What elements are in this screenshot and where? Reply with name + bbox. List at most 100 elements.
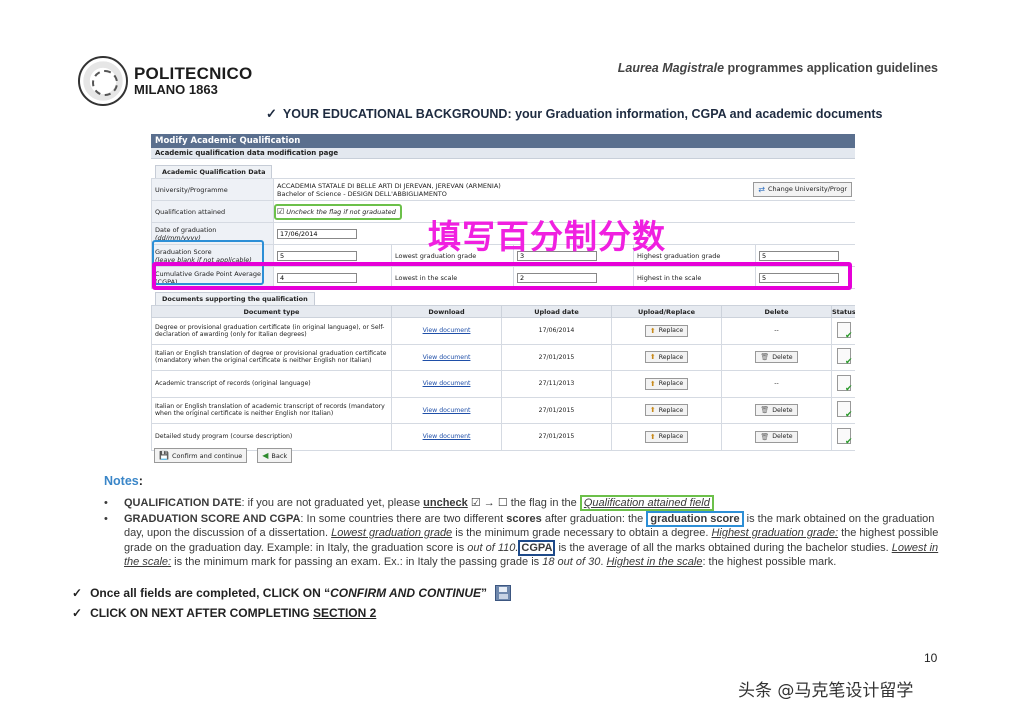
- lowest-scale-input[interactable]: [517, 272, 597, 283]
- document-type: Italian or English translation of degree…: [151, 343, 392, 371]
- table-row: Italian or English translation of degree…: [151, 343, 855, 371]
- upload-icon: ⬆: [649, 432, 656, 441]
- replace-label: Replace: [658, 406, 684, 414]
- notes-title-text: Notes: [104, 474, 139, 488]
- table-row: Italian or English translation of academ…: [151, 396, 855, 424]
- step-next: ✓ CLICK ON NEXT AFTER COMPLETING SECTION…: [72, 606, 376, 620]
- date-format: (dd/mm/yyyy): [155, 233, 201, 242]
- delete-cell: 🗑 Delete: [721, 423, 832, 451]
- note1-bold: QUALIFICATION DATE: [124, 497, 242, 509]
- cgpa-input[interactable]: [277, 272, 357, 283]
- replace-button[interactable]: ⬆ Replace: [644, 351, 689, 364]
- section-heading: ✓ YOUR EDUCATIONAL BACKGROUND: your Grad…: [266, 106, 883, 122]
- document-type: Detailed study program (course descripti…: [151, 423, 392, 451]
- notes-title: Notes:: [104, 474, 143, 488]
- qualification-data-tab[interactable]: Academic Qualification Data: [155, 165, 273, 178]
- delete-button[interactable]: 🗑 Delete: [755, 430, 798, 443]
- page-number: 10: [924, 651, 938, 665]
- highest-grad-cell: [754, 244, 855, 267]
- document-ok-icon: [836, 348, 853, 367]
- back-button[interactable]: ◀ Back: [257, 448, 293, 463]
- graduation-score-input[interactable]: [277, 250, 357, 261]
- delete-button[interactable]: 🗑 Delete: [755, 404, 798, 417]
- col-status: Status: [831, 305, 855, 318]
- download-cell: View document: [391, 370, 502, 398]
- note2-lowest: Lowest graduation grade: [331, 527, 453, 539]
- score-label: Graduation Score: [155, 247, 212, 256]
- step1-a: Once all fields are completed, CLICK ON …: [90, 586, 331, 600]
- guideline-italic: Laurea Magistrale: [617, 61, 725, 75]
- download-cell: View document: [391, 423, 502, 451]
- check-icon: ✓: [72, 586, 83, 600]
- replace-cell: ⬆ Replace: [611, 317, 722, 345]
- delete-label: Delete: [772, 433, 793, 441]
- change-university-button[interactable]: ⇄ Change University/Progr: [753, 181, 853, 197]
- list-item: • QUALIFICATION DATE: if you are not gra…: [104, 495, 944, 511]
- documents-tab[interactable]: Documents supporting the qualification: [155, 292, 315, 305]
- delete-cell: 🗑 Delete: [721, 343, 832, 371]
- section-heading-text: YOUR EDUCATIONAL BACKGROUND: your Gradua…: [282, 107, 883, 121]
- trash-icon: 🗑: [760, 432, 770, 441]
- step2-section: SECTION 2: [312, 606, 377, 620]
- note1-field: Qualification attained field: [579, 495, 714, 511]
- upload-date: 27/01/2015: [501, 396, 612, 424]
- view-document-link[interactable]: View document: [423, 407, 471, 414]
- score-cell: [273, 244, 392, 267]
- guideline-rest: programmes application guidelines: [724, 61, 938, 75]
- document-ok-icon: [836, 374, 853, 394]
- note2-text-g: is the minimum mark for passing an exam.…: [171, 556, 543, 568]
- upload-date: 27/11/2013: [501, 370, 612, 398]
- check-icon: ✓: [72, 606, 83, 620]
- university-seal-icon: [78, 56, 128, 106]
- upload-icon: ⬆: [649, 379, 656, 388]
- replace-cell: ⬆ Replace: [611, 343, 722, 371]
- view-document-link[interactable]: View document: [423, 380, 471, 387]
- upload-date: 27/01/2015: [501, 343, 612, 371]
- replace-button[interactable]: ⬆ Replace: [644, 377, 689, 390]
- status-cell: [831, 317, 855, 345]
- document-type: Academic transcript of records (original…: [151, 370, 392, 398]
- highest-grad-input[interactable]: [759, 250, 839, 261]
- view-document-link[interactable]: View document: [423, 354, 471, 361]
- bullet-icon: •: [104, 497, 108, 509]
- cgpa-label-cell: Cumulative Grade Point Average (CGPA): [151, 266, 274, 289]
- view-document-link[interactable]: View document: [423, 327, 471, 334]
- graduation-date-input[interactable]: [277, 228, 357, 239]
- note2-outof: out of 110.: [467, 541, 519, 554]
- back-label: Back: [271, 451, 288, 460]
- delete-label: Delete: [772, 353, 793, 361]
- trash-icon: 🗑: [760, 406, 770, 415]
- highest-scale-label: Highest in the scale: [633, 266, 756, 289]
- watermark: 头条 @马克笔设计留学: [738, 681, 914, 701]
- col-delete: Delete: [721, 305, 832, 318]
- replace-button[interactable]: ⬆ Replace: [644, 324, 689, 337]
- confirm-label: Confirm and continue: [171, 451, 243, 460]
- delete-cell: --: [721, 370, 832, 398]
- logo-line1: POLITECNICO: [134, 64, 253, 84]
- col-upload-date: Upload date: [501, 305, 612, 318]
- lowest-scale-label: Lowest in the scale: [391, 266, 514, 289]
- qualification-hint: Uncheck the flag if not graduated: [286, 208, 396, 216]
- status-cell: [831, 343, 855, 371]
- qualification-checkbox[interactable]: ☑: [277, 207, 284, 216]
- document-ok-icon: [836, 401, 853, 420]
- step1-b: ”: [481, 586, 488, 600]
- cgpa-row: Cumulative Grade Point Average(CGPA) Low…: [151, 266, 855, 289]
- replace-button[interactable]: ⬆ Replace: [644, 404, 689, 417]
- replace-button[interactable]: ⬆ Replace: [644, 430, 689, 443]
- highest-scale-input[interactable]: [759, 272, 839, 283]
- view-document-link[interactable]: View document: [423, 433, 471, 440]
- note2-highscale: Highest in the scale: [606, 556, 703, 568]
- trash-icon: 🗑: [760, 353, 770, 362]
- confirm-continue-button[interactable]: 💾 Confirm and continue: [154, 448, 248, 463]
- document-ok-icon: [836, 427, 853, 447]
- delete-button[interactable]: 🗑 Delete: [755, 351, 798, 364]
- note2-text-b: after graduation: the: [541, 512, 647, 525]
- table-row: Degree or provisional graduation certifi…: [151, 317, 855, 345]
- replace-cell: ⬆ Replace: [611, 370, 722, 398]
- save-icon: 💾: [159, 451, 169, 460]
- note1-text-a: : if you are not graduated yet, please: [241, 497, 424, 509]
- highest-scale-cell: [754, 266, 855, 289]
- documents-table: Document type Download Upload date Uploa…: [151, 305, 855, 451]
- upload-icon: ⬆: [649, 326, 656, 335]
